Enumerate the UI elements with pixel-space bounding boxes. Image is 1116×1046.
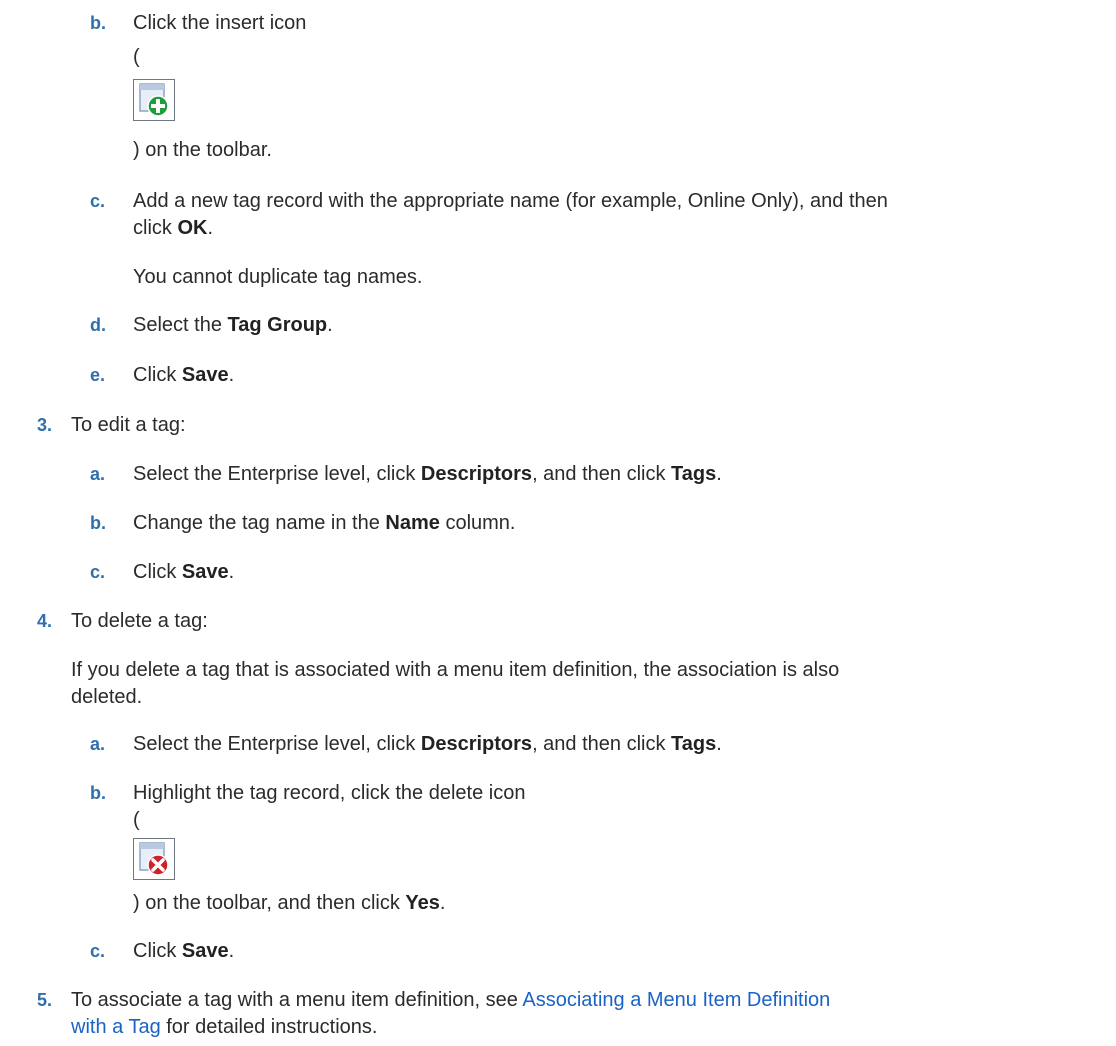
step-3c: c. Click Save. <box>0 559 1100 587</box>
step-text: Click Save. <box>133 561 235 583</box>
step-text: Click the insert icon <box>133 12 307 34</box>
step-label: d. <box>90 315 106 335</box>
step-text-line2: with a Tag for detailed instructions. <box>71 1016 378 1038</box>
step-label: 5. <box>37 990 53 1010</box>
step-label: 4. <box>37 611 53 631</box>
step-text-tail: ) on the toolbar. <box>133 139 272 161</box>
step-4b: b. Highlight the tag record, click the d… <box>0 780 1100 930</box>
step-label: b. <box>90 783 106 803</box>
step-label: b. <box>90 513 106 533</box>
step-text: Click Save. <box>133 940 235 962</box>
step-label: a. <box>90 464 106 484</box>
step-text: To associate a tag with a menu item defi… <box>71 989 831 1011</box>
step-3-edit-tag: 3. To edit a tag: <box>0 412 1100 440</box>
step-3b: b. Change the tag name in the Name colum… <box>0 510 1100 538</box>
step-label: a. <box>90 734 106 754</box>
step-text-line2: click OK. <box>133 217 214 239</box>
insert-icon <box>133 79 175 121</box>
step-label: c. <box>90 941 106 961</box>
step-5-associate: 5. To associate a tag with a menu item d… <box>0 987 1100 1043</box>
step-text: Add a new tag record with the appropriat… <box>133 190 888 212</box>
step-label: e. <box>90 365 106 385</box>
step-4-delete-tag: 4. To delete a tag: <box>0 608 1100 636</box>
delete-note-line2: deleted. <box>71 686 143 708</box>
step-label: c. <box>90 562 106 582</box>
step-label: b. <box>90 13 106 33</box>
step-e-save: e. Click Save. <box>0 362 1100 390</box>
ok-label: OK <box>177 217 208 239</box>
step-text: Select the Enterprise level, click Descr… <box>133 463 722 485</box>
step-4a: a. Select the Enterprise level, click De… <box>0 731 1100 759</box>
step-d-tag-group: d. Select the Tag Group. <box>0 312 1100 340</box>
step-text: To delete a tag: <box>71 610 208 632</box>
open-paren: ( <box>133 46 140 68</box>
associating-link-cont[interactable]: with a Tag <box>71 1016 161 1038</box>
step-text: Highlight the tag record, click the dele… <box>133 782 526 804</box>
step-label: c. <box>90 191 106 211</box>
associating-link[interactable]: Associating a Menu Item Definition <box>522 989 830 1011</box>
step-4c: c. Click Save. <box>0 938 1100 966</box>
step-label: 3. <box>37 415 53 435</box>
delete-note-line1: If you delete a tag that is associated w… <box>71 659 840 681</box>
step-3a: a. Select the Enterprise level, click De… <box>0 461 1100 489</box>
step-text: Change the tag name in the Name column. <box>133 512 516 534</box>
step-text: Select the Enterprise level, click Descr… <box>133 733 722 755</box>
step-text: Select the Tag Group. <box>133 314 333 336</box>
step-text: To edit a tag: <box>71 414 186 436</box>
step-text-tail: ) on the toolbar, and then click Yes. <box>133 892 446 914</box>
note-duplicate: You cannot duplicate tag names. <box>133 266 423 288</box>
step-c-add-tag: c. Add a new tag record with the appropr… <box>0 188 1100 248</box>
open-paren: ( <box>133 809 140 831</box>
document-page: b. Click the insert icon ( ) on the tool… <box>0 0 1116 1046</box>
delete-icon <box>133 838 175 880</box>
step-text: Click Save. <box>133 364 235 386</box>
step-b-insert: b. Click the insert icon ( ) on the tool… <box>0 10 1100 180</box>
